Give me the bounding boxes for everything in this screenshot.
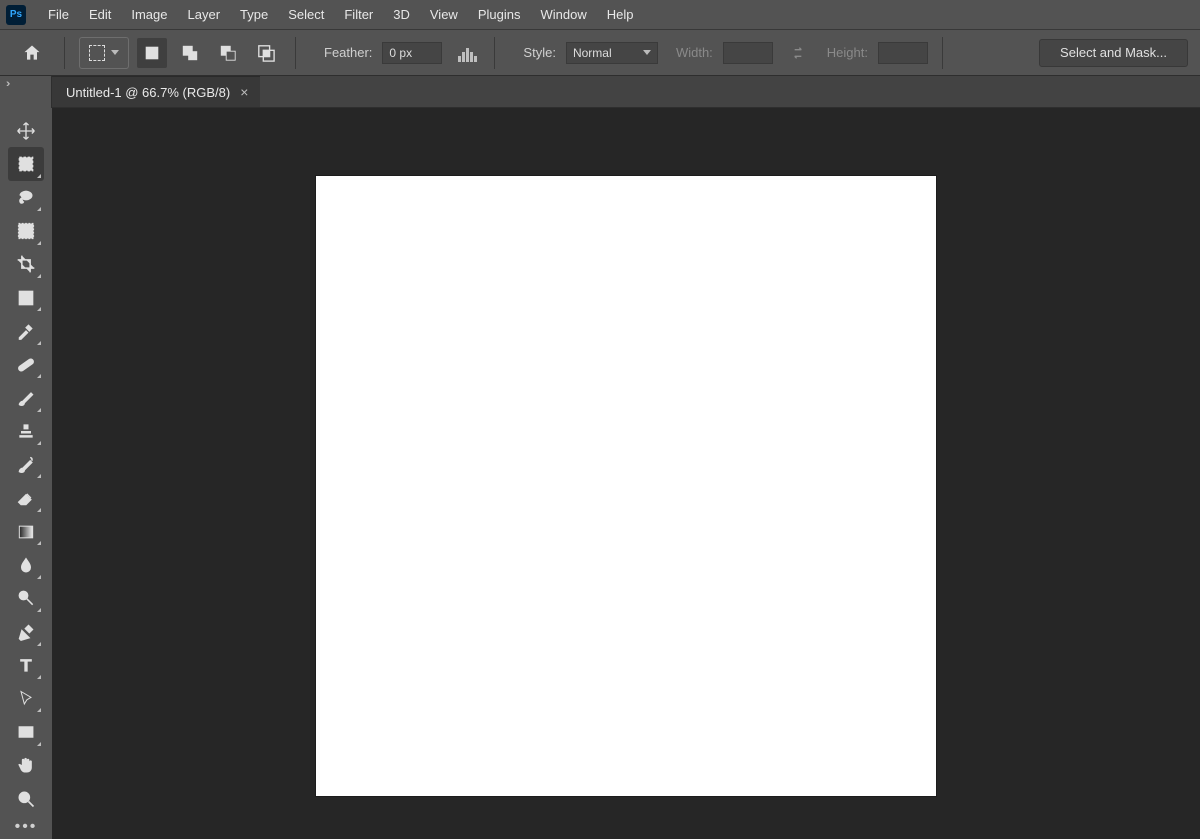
intersect-selection-icon (257, 44, 275, 62)
document-tab-title: Untitled-1 @ 66.7% (RGB/8) (66, 85, 230, 100)
gradient-tool[interactable] (8, 515, 44, 548)
zoom-tool[interactable] (8, 782, 44, 815)
square-icon (143, 44, 161, 62)
swap-dimensions-button (787, 42, 809, 64)
crop-icon (16, 254, 36, 274)
collapse-panel-button[interactable]: ›› (0, 76, 52, 108)
add-selection-button[interactable] (175, 38, 205, 68)
menu-3d[interactable]: 3D (383, 0, 420, 30)
move-icon (16, 121, 36, 141)
eraser-tool[interactable] (8, 481, 44, 514)
style-value: Normal (573, 46, 612, 60)
style-select[interactable]: Normal (566, 42, 658, 64)
width-input (723, 42, 773, 64)
crop-tool[interactable] (8, 248, 44, 281)
type-tool[interactable] (8, 649, 44, 682)
menu-edit[interactable]: Edit (79, 0, 121, 30)
lasso-icon (16, 188, 36, 208)
hand-icon (16, 755, 36, 775)
menu-view[interactable]: View (420, 0, 468, 30)
intersect-selection-button[interactable] (251, 38, 281, 68)
arrow-cursor-icon (16, 689, 36, 709)
healing-brush-tool[interactable] (8, 348, 44, 381)
object-select-icon (16, 221, 36, 241)
menu-select[interactable]: Select (278, 0, 334, 30)
zoom-icon (16, 789, 36, 809)
pen-tool[interactable] (8, 615, 44, 648)
app-logo: Ps (6, 5, 26, 25)
object-select-tool[interactable] (8, 214, 44, 247)
options-bar: Feather: 0 px Style: Normal Width: Heigh… (0, 30, 1200, 76)
rectangle-icon (16, 722, 36, 742)
brush-icon (16, 388, 36, 408)
tools-panel: ••• (0, 108, 52, 839)
separator (494, 37, 495, 69)
stamp-icon (16, 421, 36, 441)
menu-filter[interactable]: Filter (334, 0, 383, 30)
document-canvas[interactable] (316, 176, 936, 796)
clone-stamp-tool[interactable] (8, 415, 44, 448)
separator (64, 37, 65, 69)
marquee-icon (16, 154, 36, 174)
home-button[interactable] (14, 37, 50, 69)
current-tool-chip[interactable] (79, 37, 129, 69)
brush-tool[interactable] (8, 381, 44, 414)
height-input (878, 42, 928, 64)
menu-plugins[interactable]: Plugins (468, 0, 531, 30)
path-select-tool[interactable] (8, 682, 44, 715)
eyedropper-tool[interactable] (8, 314, 44, 347)
menu-layer[interactable]: Layer (178, 0, 231, 30)
chevron-down-icon (111, 50, 119, 55)
canvas-stage[interactable] (52, 108, 1200, 839)
feather-label: Feather: (324, 45, 372, 60)
hand-tool[interactable] (8, 749, 44, 782)
menu-window[interactable]: Window (530, 0, 596, 30)
separator (295, 37, 296, 69)
marquee-icon (89, 45, 105, 61)
marquee-tool[interactable] (8, 147, 44, 180)
swap-icon (790, 45, 806, 61)
width-label: Width: (676, 45, 713, 60)
chevron-right-icon: ›› (6, 80, 7, 88)
document-tab[interactable]: Untitled-1 @ 66.7% (RGB/8) × (52, 76, 260, 107)
dodge-icon (16, 588, 36, 608)
style-label: Style: (523, 45, 556, 60)
frame-tool[interactable] (8, 281, 44, 314)
edit-toolbar-button[interactable]: ••• (15, 816, 38, 839)
chevron-down-icon (643, 50, 651, 55)
menu-image[interactable]: Image (121, 0, 177, 30)
menu-bar: Ps File Edit Image Layer Type Select Fil… (0, 0, 1200, 30)
height-label: Height: (827, 45, 868, 60)
menu-file[interactable]: File (38, 0, 79, 30)
document-tabs: ›› Untitled-1 @ 66.7% (RGB/8) × (0, 76, 1200, 108)
home-icon (22, 43, 42, 63)
type-icon (16, 655, 36, 675)
blur-tool[interactable] (8, 548, 44, 581)
bandage-icon (16, 355, 36, 375)
move-tool[interactable] (8, 114, 44, 147)
eyedropper-icon (16, 321, 36, 341)
frame-icon (16, 288, 36, 308)
rectangle-tool[interactable] (8, 715, 44, 748)
subtract-selection-icon (219, 44, 237, 62)
menu-type[interactable]: Type (230, 0, 278, 30)
gradient-icon (16, 522, 36, 542)
lasso-tool[interactable] (8, 181, 44, 214)
dodge-tool[interactable] (8, 582, 44, 615)
history-brush-icon (16, 455, 36, 475)
drop-icon (16, 555, 36, 575)
feather-input[interactable]: 0 px (382, 42, 442, 64)
eraser-icon (16, 488, 36, 508)
new-selection-button[interactable] (137, 38, 167, 68)
menu-help[interactable]: Help (597, 0, 644, 30)
separator (942, 37, 943, 69)
close-tab-button[interactable]: × (240, 85, 248, 99)
workspace: ••• (0, 108, 1200, 839)
add-selection-icon (181, 44, 199, 62)
select-and-mask-button[interactable]: Select and Mask... (1039, 39, 1188, 67)
pen-icon (16, 622, 36, 642)
subtract-selection-button[interactable] (213, 38, 243, 68)
history-brush-tool[interactable] (8, 448, 44, 481)
antialias-icon[interactable] (458, 44, 480, 62)
